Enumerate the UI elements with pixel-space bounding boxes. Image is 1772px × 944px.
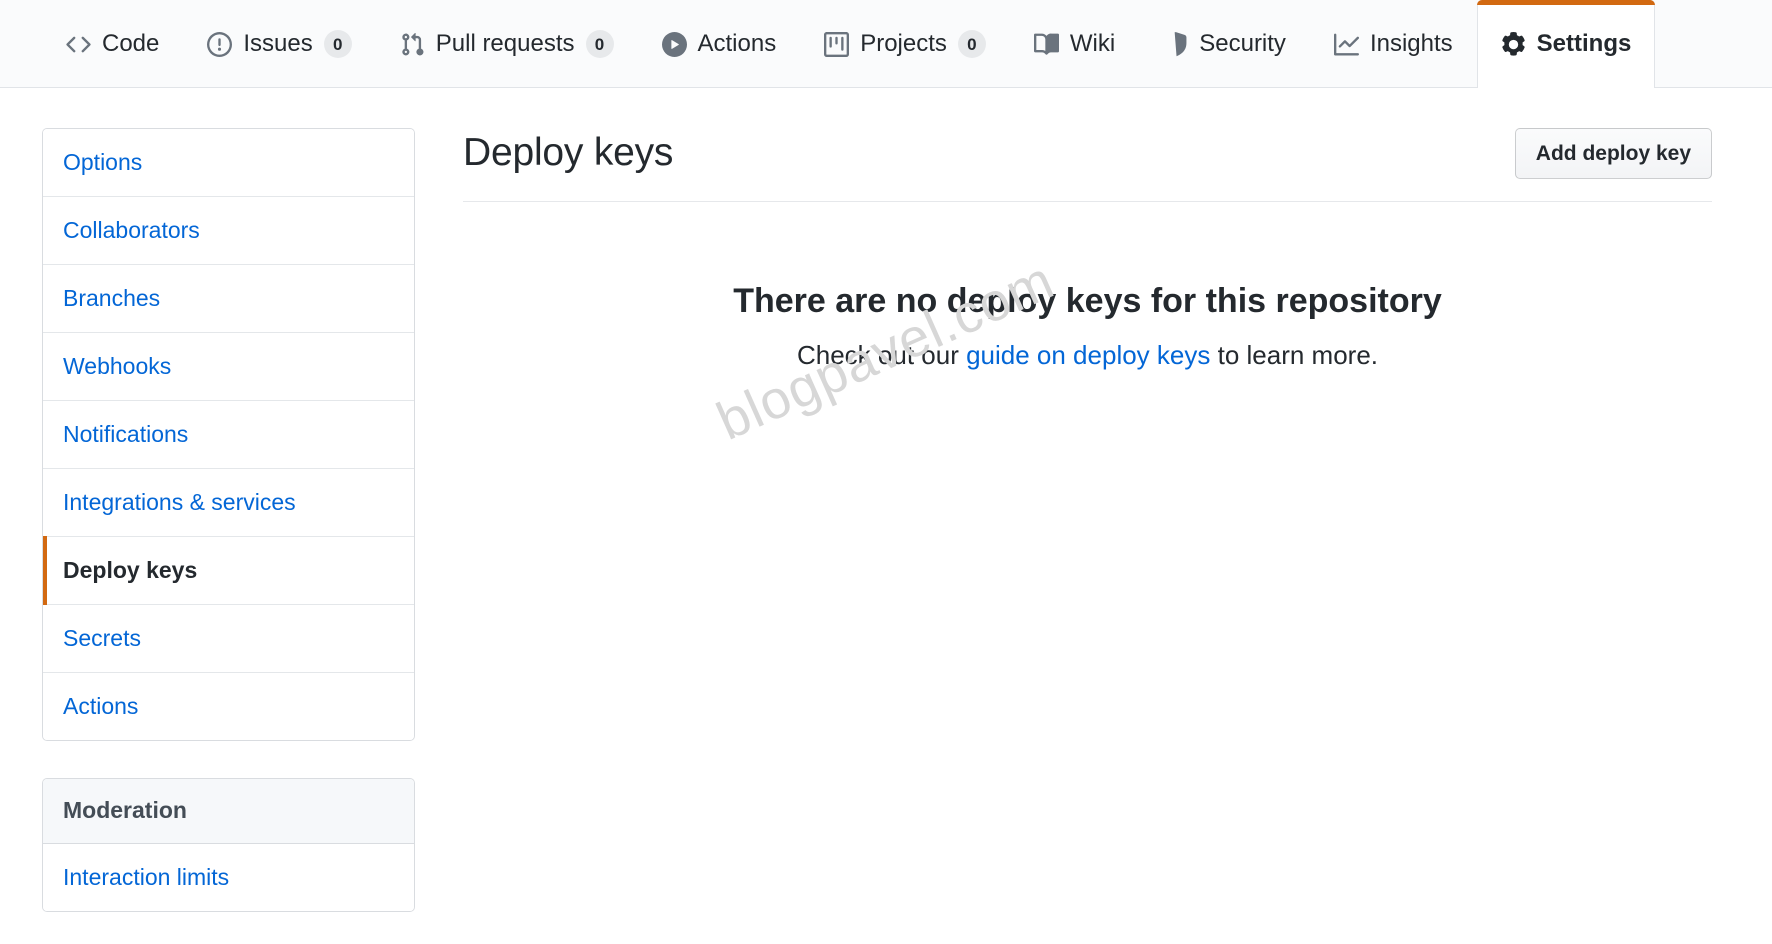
repository-nav: Code Issues 0 Pull requests 0 Actions Projects… xyxy=(0,0,1772,88)
tab-counter: 0 xyxy=(958,30,986,58)
sidebar-item-deploy-keys[interactable]: Deploy keys xyxy=(43,537,414,605)
sidebar-item-branches[interactable]: Branches xyxy=(43,265,414,333)
deploy-keys-guide-link[interactable]: guide on deploy keys xyxy=(966,340,1210,370)
issue-opened-icon xyxy=(207,32,232,57)
empty-state-heading: There are no deploy keys for this reposi… xyxy=(483,280,1692,323)
empty-state-text-after: to learn more. xyxy=(1210,340,1378,370)
tab-counter: 0 xyxy=(586,30,614,58)
tab-code[interactable]: Code xyxy=(42,0,183,87)
gear-icon xyxy=(1501,32,1526,57)
sidebar-item-secrets[interactable]: Secrets xyxy=(43,605,414,673)
project-board-icon xyxy=(824,32,849,57)
tab-label: Actions xyxy=(698,32,777,56)
code-icon xyxy=(66,32,91,57)
tab-label: Insights xyxy=(1370,32,1453,56)
tab-pull-requests[interactable]: Pull requests 0 xyxy=(376,0,638,87)
sidebar-item-integrations-services[interactable]: Integrations & services xyxy=(43,469,414,537)
empty-state-text: Check out our guide on deploy keys to le… xyxy=(483,337,1692,373)
repository-nav-item: Wiki xyxy=(1010,0,1139,87)
tab-label: Wiki xyxy=(1070,32,1115,56)
tab-counter: 0 xyxy=(324,30,352,58)
repository-nav-item: Projects 0 xyxy=(800,0,1010,87)
repository-nav-item: Settings xyxy=(1477,0,1656,87)
page-body: OptionsCollaboratorsBranchesWebhooksNoti… xyxy=(0,88,1772,912)
tab-security[interactable]: Security xyxy=(1139,0,1310,87)
moderation-heading: Moderation xyxy=(43,779,414,844)
repository-nav-item: Actions xyxy=(638,0,801,87)
github-settings-page: Code Issues 0 Pull requests 0 Actions Projects… xyxy=(0,0,1772,944)
add-deploy-key-button[interactable]: Add deploy key xyxy=(1515,128,1712,179)
sidebar-item-actions[interactable]: Actions xyxy=(43,673,414,740)
git-pull-request-icon xyxy=(400,32,425,57)
main-content: Deploy keys Add deploy key There are no … xyxy=(463,128,1730,912)
empty-state: There are no deploy keys for this reposi… xyxy=(463,202,1712,413)
moderation-menu: Moderation Interaction limits xyxy=(42,778,415,912)
play-icon xyxy=(662,32,687,57)
sidebar-item-options[interactable]: Options xyxy=(43,129,414,197)
sidebar-item-collaborators[interactable]: Collaborators xyxy=(43,197,414,265)
graph-icon xyxy=(1334,32,1359,57)
repository-nav-item: Security xyxy=(1139,0,1310,87)
shield-icon xyxy=(1163,32,1188,57)
tab-label: Pull requests xyxy=(436,32,575,56)
tab-actions[interactable]: Actions xyxy=(638,0,801,87)
settings-menu: OptionsCollaboratorsBranchesWebhooksNoti… xyxy=(42,128,415,741)
sidebar-item-webhooks[interactable]: Webhooks xyxy=(43,333,414,401)
page-title: Deploy keys xyxy=(463,130,673,177)
book-icon xyxy=(1034,32,1059,57)
tab-label: Settings xyxy=(1537,32,1632,56)
repository-nav-item: Insights xyxy=(1310,0,1477,87)
settings-sidebar: OptionsCollaboratorsBranchesWebhooksNoti… xyxy=(42,128,415,912)
empty-state-text-before: Check out our xyxy=(797,340,966,370)
sidebar-item-interaction-limits[interactable]: Interaction limits xyxy=(43,844,414,911)
tab-issues[interactable]: Issues 0 xyxy=(183,0,375,87)
repository-nav-item: Pull requests 0 xyxy=(376,0,638,87)
tab-settings[interactable]: Settings xyxy=(1477,0,1656,87)
tab-label: Projects xyxy=(860,32,947,56)
repository-nav-item: Code xyxy=(42,0,183,87)
tab-wiki[interactable]: Wiki xyxy=(1010,0,1139,87)
tab-projects[interactable]: Projects 0 xyxy=(800,0,1010,87)
content-header: Deploy keys Add deploy key xyxy=(463,128,1712,202)
repository-nav-item: Issues 0 xyxy=(183,0,375,87)
tab-label: Code xyxy=(102,32,159,56)
repository-nav-list: Code Issues 0 Pull requests 0 Actions Projects… xyxy=(42,0,1655,87)
tab-label: Issues xyxy=(243,32,312,56)
sidebar-item-notifications[interactable]: Notifications xyxy=(43,401,414,469)
tab-label: Security xyxy=(1199,32,1286,56)
tab-insights[interactable]: Insights xyxy=(1310,0,1477,87)
